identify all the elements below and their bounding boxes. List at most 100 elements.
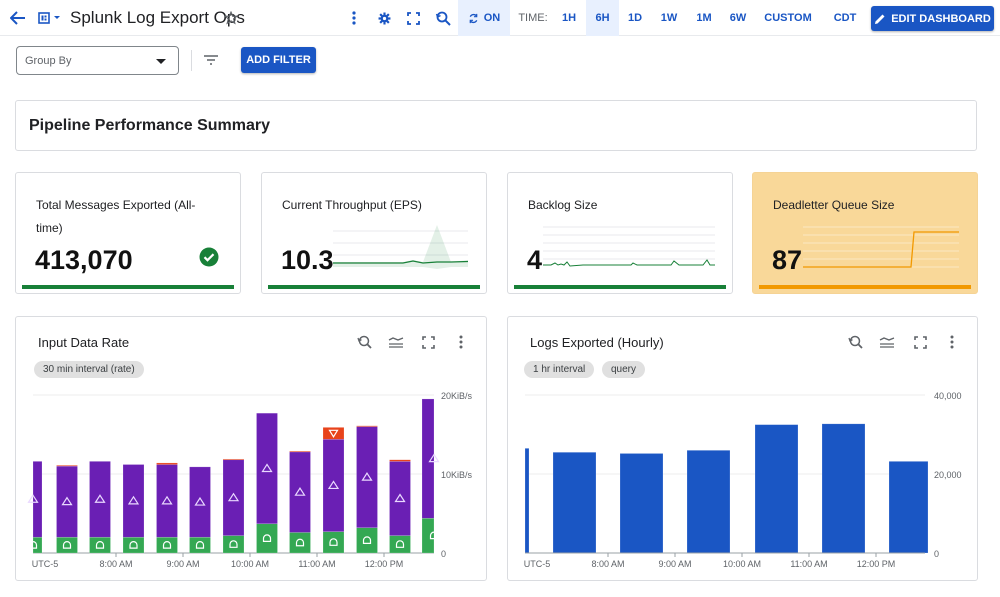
bar bbox=[686, 450, 731, 554]
time-option-1d[interactable]: 1D bbox=[622, 0, 648, 36]
kpi-status-bar bbox=[268, 285, 480, 289]
auto-refresh-toggle[interactable]: ON bbox=[458, 0, 510, 36]
bar bbox=[524, 448, 530, 554]
add-filter-button[interactable]: ADD FILTER bbox=[241, 47, 316, 73]
edit-dashboard-button[interactable]: EDIT DASHBOARD bbox=[871, 6, 994, 31]
x-tick-label: 10:00 AM bbox=[723, 559, 761, 569]
y-tick-label: 20,000 bbox=[934, 470, 962, 480]
bar bbox=[754, 424, 799, 554]
kpi-status-bar bbox=[514, 285, 726, 289]
throughput-sparkline bbox=[333, 225, 468, 269]
kpi-card-total-messages[interactable]: Total Messages Exported (All-time) 413,0… bbox=[15, 172, 241, 294]
reset-zoom-icon[interactable] bbox=[433, 0, 453, 36]
bar-segment-purple bbox=[156, 464, 178, 538]
settings-gear-icon[interactable] bbox=[375, 0, 393, 36]
check-circle-icon bbox=[199, 247, 219, 267]
bar-segment-green bbox=[89, 536, 111, 554]
bar-segment-green bbox=[289, 532, 311, 554]
bar-segment-purple bbox=[356, 426, 378, 528]
logs-exported-chart[interactable]: 0 20,000 40,000 UTC-5 8:00 AM 9:00 AM 10:00 AM… bbox=[508, 385, 978, 581]
bar-segment-green bbox=[356, 527, 378, 554]
reset-zoom-icon[interactable] bbox=[846, 333, 864, 351]
fullscreen-icon[interactable] bbox=[419, 333, 437, 351]
dashboard-menu-button[interactable] bbox=[36, 0, 64, 36]
y-tick-label: 40,000 bbox=[934, 391, 962, 401]
bar-segment-green bbox=[222, 535, 245, 554]
kpi-status-bar bbox=[759, 285, 971, 289]
bar-segment-purple bbox=[32, 461, 43, 538]
reset-zoom-icon[interactable] bbox=[355, 333, 373, 351]
bar-segment-purple bbox=[421, 398, 435, 519]
bar-segment-purple bbox=[222, 459, 245, 536]
chevron-down-icon bbox=[156, 59, 166, 64]
fullscreen-icon[interactable] bbox=[404, 0, 422, 36]
bar-segment-green bbox=[189, 536, 211, 554]
kpi-card-backlog[interactable]: Backlog Size 4 bbox=[507, 172, 733, 294]
edit-dashboard-label: EDIT DASHBOARD bbox=[891, 12, 991, 25]
bar-segment-green bbox=[256, 523, 278, 554]
bar-segment-green bbox=[421, 517, 435, 554]
chart-title: Input Data Rate bbox=[38, 335, 130, 350]
bar-segment-green bbox=[122, 536, 145, 554]
bar-segment-purple bbox=[189, 466, 211, 538]
time-option-6h[interactable]: 6H bbox=[586, 0, 619, 36]
y-tick-label: 20KiB/s bbox=[441, 391, 473, 401]
chart-card-logs-exported: Logs Exported (Hourly) 1 hr interval que… bbox=[507, 316, 978, 581]
kpi-value: 87 bbox=[772, 245, 803, 275]
fullscreen-icon[interactable] bbox=[911, 333, 929, 351]
bar-segment-purple bbox=[256, 412, 278, 525]
x-tick-label: 12:00 PM bbox=[857, 559, 896, 569]
time-option-1w[interactable]: 1W bbox=[655, 0, 683, 36]
chip-query: query bbox=[602, 361, 646, 378]
more-vert-icon[interactable] bbox=[943, 333, 961, 351]
pencil-icon bbox=[875, 14, 885, 24]
input-data-rate-chart[interactable]: 0 10KiB/s 20KiB/s UTC-5 8:00 AM 9:00 AM 10:00 … bbox=[16, 385, 486, 581]
legend-toggle-icon[interactable] bbox=[387, 333, 405, 351]
chip-interval: 1 hr interval bbox=[524, 361, 595, 378]
y-tick-label: 10KiB/s bbox=[441, 470, 473, 480]
time-option-1h[interactable]: 1H bbox=[556, 0, 582, 36]
more-vert-icon[interactable] bbox=[452, 333, 470, 351]
bar-segment-green bbox=[32, 536, 43, 554]
back-arrow-icon[interactable] bbox=[8, 0, 28, 36]
x-tick-label: 11:00 AM bbox=[790, 559, 827, 569]
time-option-1m[interactable]: 1M bbox=[690, 0, 718, 36]
star-icon[interactable] bbox=[222, 0, 240, 36]
bar bbox=[888, 461, 929, 554]
bar-segment-red bbox=[356, 425, 378, 427]
filter-list-icon[interactable] bbox=[203, 54, 219, 66]
time-option-custom[interactable]: CUSTOM bbox=[760, 0, 816, 36]
kpi-label: Backlog Size bbox=[528, 198, 598, 212]
kpi-card-throughput[interactable]: Current Throughput (EPS) 10.3 bbox=[261, 172, 487, 294]
refresh-icon bbox=[469, 13, 478, 23]
kpi-value: 4 bbox=[527, 245, 543, 275]
chart-card-input-data-rate: Input Data Rate 30 min interval (rate) 0… bbox=[15, 316, 487, 581]
legend-toggle-icon[interactable] bbox=[878, 333, 896, 351]
section-header-card: Pipeline Performance Summary bbox=[15, 100, 977, 151]
divider bbox=[191, 50, 192, 71]
y-tick-label: 0 bbox=[934, 549, 939, 559]
kpi-status-bar bbox=[22, 285, 234, 289]
timezone-button[interactable]: CDT bbox=[828, 0, 862, 36]
bar-segment-red bbox=[56, 465, 78, 467]
bar-segment-green bbox=[156, 536, 178, 554]
kpi-label: Current Throughput (EPS) bbox=[282, 198, 422, 212]
x-tick-label: 8:00 AM bbox=[99, 559, 132, 569]
group-by-dropdown[interactable]: Group By bbox=[16, 46, 179, 75]
time-label: TIME: bbox=[518, 12, 548, 24]
chip-interval: 30 min interval (rate) bbox=[34, 361, 144, 378]
time-option-6w[interactable]: 6W bbox=[724, 0, 752, 36]
group-by-placeholder: Group By bbox=[25, 54, 72, 67]
kpi-value: 413,070 bbox=[35, 245, 133, 275]
bar-segment-red bbox=[156, 462, 178, 465]
chart-title: Logs Exported (Hourly) bbox=[530, 335, 664, 350]
x-tick-label: 10:00 AM bbox=[231, 559, 269, 569]
more-vert-icon[interactable] bbox=[346, 0, 362, 36]
bar bbox=[821, 423, 866, 554]
bar-segment-purple bbox=[322, 438, 345, 532]
x-tick-label: UTC-5 bbox=[32, 559, 59, 569]
x-tick-label: 9:00 AM bbox=[658, 559, 691, 569]
bar-segment-red bbox=[389, 459, 411, 462]
kpi-card-deadletter[interactable]: Deadletter Queue Size 87 bbox=[752, 172, 978, 294]
auto-refresh-label: ON bbox=[483, 12, 501, 24]
